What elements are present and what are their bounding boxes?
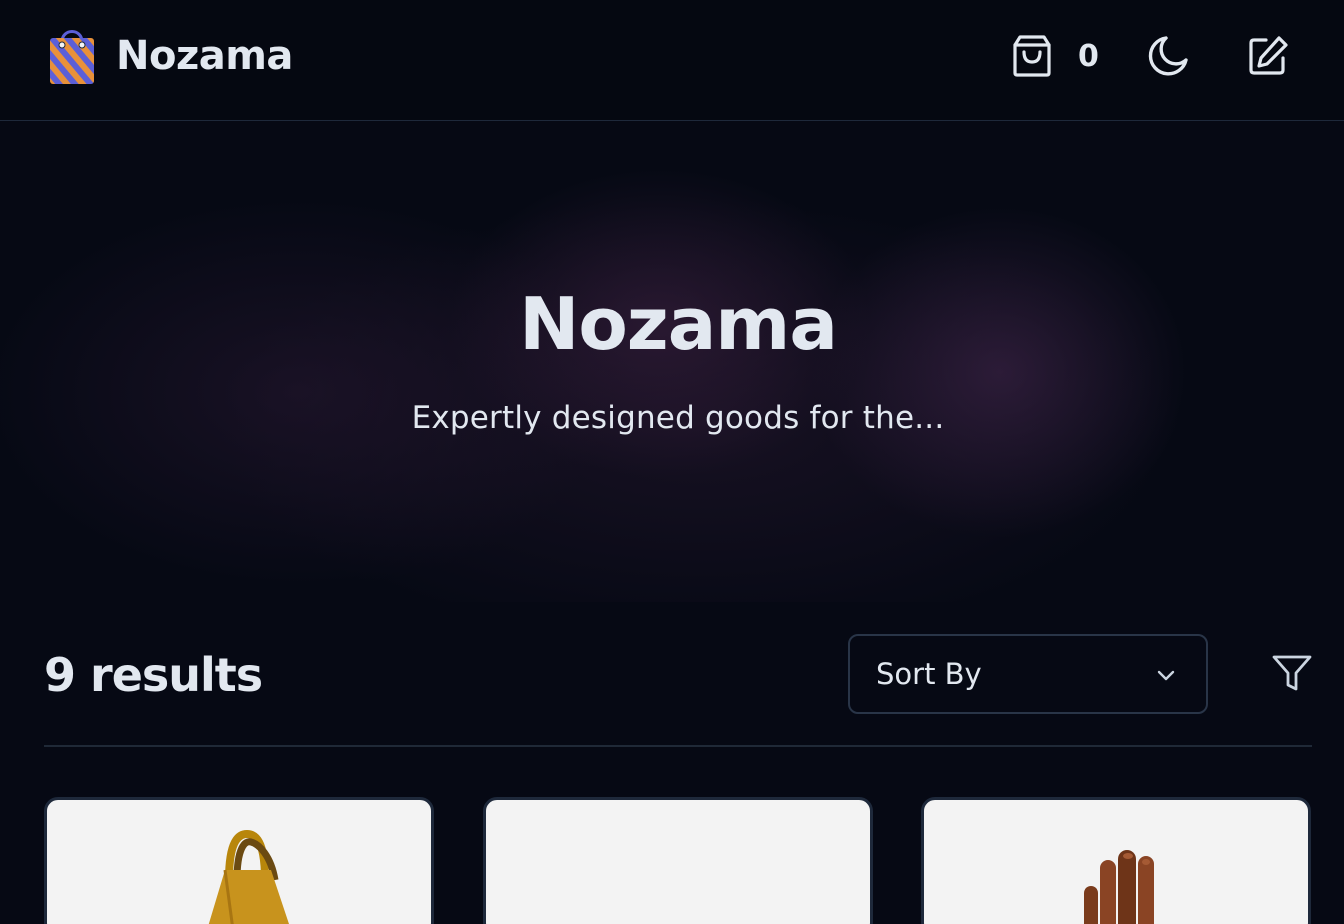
- shopping-bag-icon: [50, 30, 94, 84]
- results-count: 9 results: [44, 648, 263, 702]
- tote-bag-image: [208, 830, 289, 924]
- product-card[interactable]: [44, 797, 434, 924]
- top-nav: Nozama 0: [0, 0, 1344, 121]
- brand-name: Nozama: [116, 33, 293, 79]
- sort-by-label: Sort By: [876, 657, 982, 691]
- logo-link[interactable]: Nozama: [44, 24, 293, 88]
- divider: [44, 745, 1312, 747]
- filter-icon[interactable]: [1270, 654, 1314, 694]
- shopping-bag-outline-icon: [1013, 35, 1051, 77]
- blank-product-image: [486, 800, 870, 924]
- sort-by-select[interactable]: Sort By: [848, 634, 1208, 714]
- hero-section: Nozama Expertly designed goods for the..…: [0, 122, 1344, 602]
- cart-button[interactable]: 0: [1012, 34, 1099, 78]
- chevron-down-icon: [1157, 670, 1175, 681]
- hero-title: Nozama: [519, 282, 838, 366]
- product-card[interactable]: [921, 797, 1311, 924]
- edit-icon[interactable]: [1246, 34, 1290, 78]
- moon-icon[interactable]: [1146, 34, 1190, 78]
- hero-subtitle: Expertly designed goods for the...: [411, 400, 945, 436]
- cart-count: 0: [1078, 38, 1099, 74]
- product-card[interactable]: [483, 797, 873, 924]
- leather-glove-image: [1084, 850, 1154, 924]
